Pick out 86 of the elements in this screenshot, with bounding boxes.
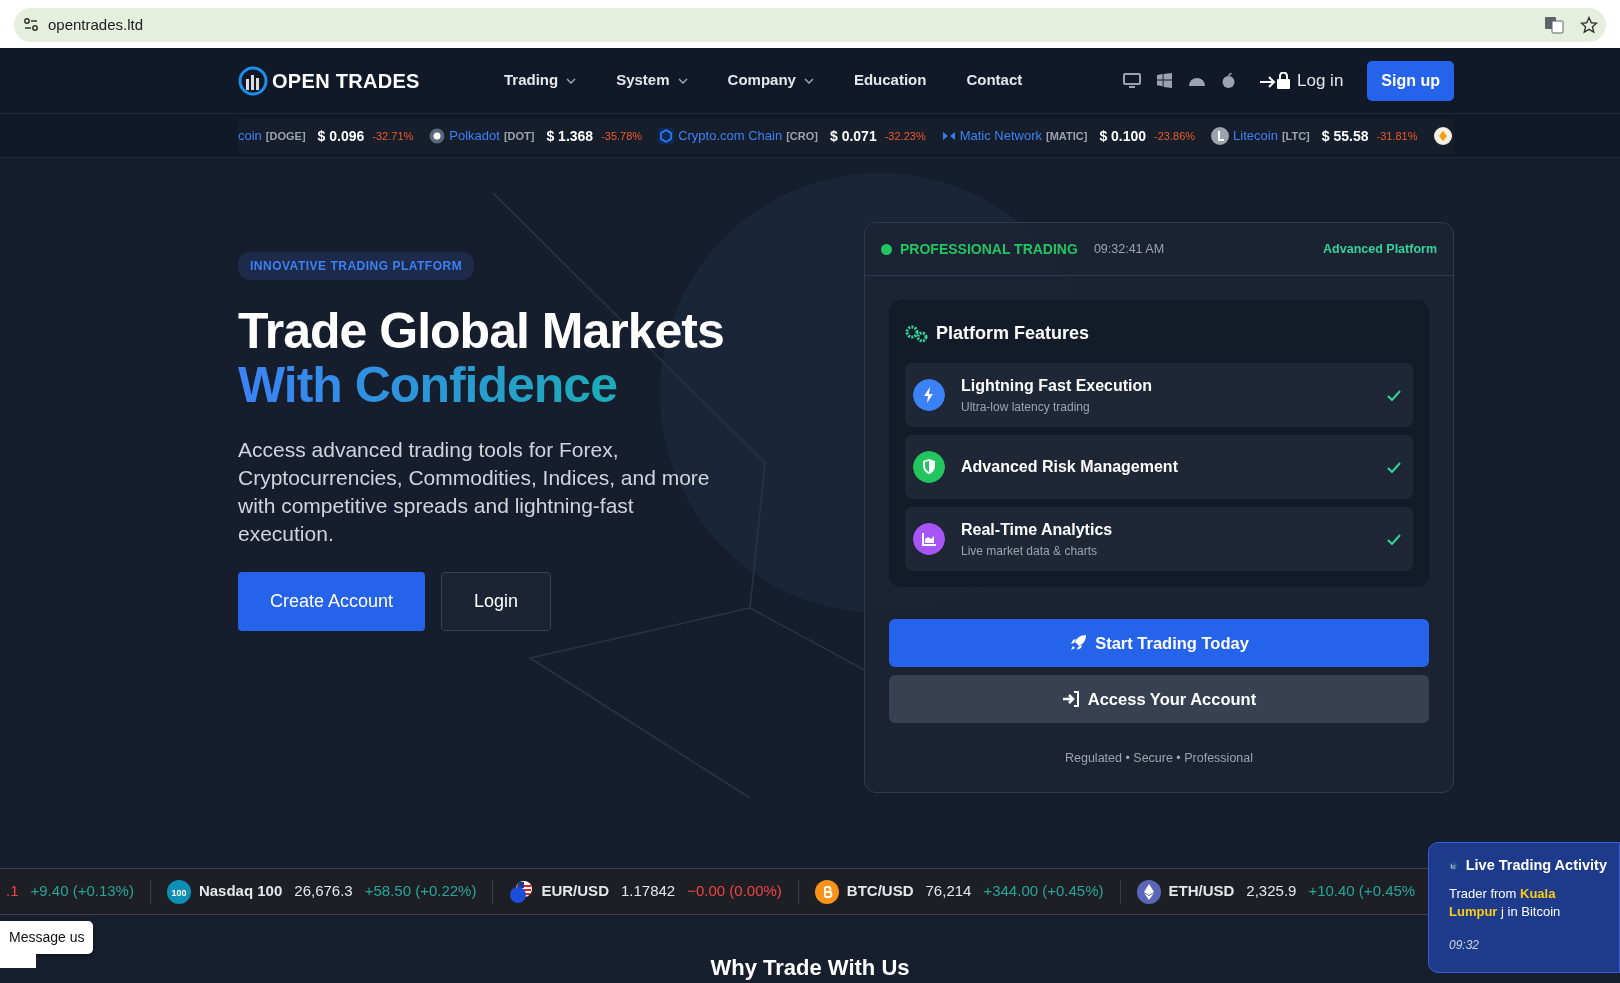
market-name[interactable]: EUR/USD	[541, 880, 609, 903]
feature-title: Real-Time Analytics	[961, 520, 1113, 540]
coin-price: $ 0.071	[829, 126, 877, 146]
features-title: Platform Features	[936, 322, 1090, 345]
market-change: +58.50 (+0.22%)	[364, 881, 477, 902]
index-icon: 100	[166, 879, 191, 904]
site-settings-icon[interactable]	[22, 16, 40, 34]
coin-name[interactable]: Crypto.com Chain	[678, 126, 783, 146]
coin-symbol: [MATIC]	[1046, 128, 1088, 144]
bookmark-star-icon[interactable]	[1580, 16, 1598, 34]
activity-message: Trader from Kuala Lumpur j in Bitcoin	[1449, 885, 1562, 921]
market-price: 2,325.9	[1246, 881, 1297, 902]
market-change: +344.00 (+0.45%)	[983, 881, 1104, 902]
market-price: .1	[6, 881, 19, 902]
market-name[interactable]: ETH/USD	[1168, 880, 1235, 903]
coin-price: $ 0.096	[317, 126, 365, 146]
nav-menu-item[interactable]: System	[616, 69, 688, 92]
gears-icon	[905, 324, 928, 343]
activity-time: 09:32	[1449, 937, 1481, 955]
coin-name[interactable]: Polkadot	[449, 126, 500, 146]
status-dot-icon	[881, 243, 892, 255]
coin-symbol: [DOT]	[503, 128, 535, 144]
access-account-button[interactable]: Access Your Account	[889, 675, 1429, 723]
login-link[interactable]: Log in	[1259, 67, 1344, 94]
coin-name[interactable]: coin	[238, 126, 262, 146]
market-change: +10.40 (+0.45%	[1308, 881, 1416, 902]
hero-description: Access advanced trading tools for Forex, Cryptocurrencies, Commodities, Indices, and more with competitive spreads and lightning-fast execution.	[238, 437, 711, 547]
feature-subtitle: Ultra-low latency trading	[961, 399, 1091, 416]
nav-menu-item[interactable]: Company	[727, 69, 814, 92]
price-change: -23.86%	[1154, 128, 1196, 144]
apple-icon[interactable]	[1222, 73, 1235, 88]
trust-tagline: Regulated • Secure • Professional	[1064, 750, 1254, 767]
price-change: -32.71%	[372, 128, 414, 144]
logo-icon[interactable]	[238, 65, 268, 96]
coin-icon	[658, 128, 675, 144]
login-button[interactable]: Login	[441, 571, 552, 631]
desktop-icon[interactable]	[1123, 72, 1141, 89]
market-change: −0.00 (0.00%)	[687, 881, 782, 902]
message-us-tooltip[interactable]: Message us	[0, 921, 94, 954]
feature-subtitle: Live market data & charts	[961, 543, 1099, 560]
platform-badge: INNOVATIVE TRADING PLATFORM	[238, 252, 475, 280]
login-lock-icon	[1259, 71, 1293, 90]
ethereum-icon	[1136, 879, 1161, 904]
coin-icon	[1433, 127, 1452, 145]
rocket-icon	[1069, 634, 1088, 652]
nav-menu-item[interactable]: Trading	[504, 69, 577, 92]
market-price: 1.17842	[620, 881, 676, 902]
feature-title: Advanced Risk Management	[961, 457, 1178, 477]
signup-button[interactable]: Sign up	[1367, 60, 1454, 101]
translate-icon[interactable]	[1544, 16, 1564, 34]
hero-heading: Trade Global Markets	[238, 304, 724, 358]
coin-price: $ 1.368	[546, 126, 594, 146]
market-name[interactable]: Nasdaq 100	[198, 880, 283, 903]
logo-text[interactable]: OPEN TRADES	[272, 65, 420, 96]
coin-name[interactable]: Matic Network	[959, 126, 1043, 146]
nav-menu-item[interactable]: Contact	[966, 69, 1023, 92]
windows-icon[interactable]	[1157, 73, 1172, 88]
coin-icon	[941, 130, 956, 142]
price-change: -32.23%	[884, 128, 926, 144]
create-account-button[interactable]: Create Account	[238, 571, 426, 631]
platform-tag: Advanced Platform	[1323, 239, 1437, 259]
clock-time: 09:32:41 AM	[1093, 240, 1165, 258]
price-change: -31.81%	[1376, 128, 1418, 144]
coin-price: $ 55.58	[1321, 126, 1369, 146]
section-heading: Why Trade With Us	[710, 957, 910, 979]
market-price: 76,214	[925, 881, 972, 902]
nav-menu-item[interactable]: Education	[853, 69, 927, 92]
coin-name[interactable]: Litecoin	[1233, 126, 1278, 146]
activity-title: Live Trading Activity	[1465, 856, 1607, 876]
bitcoin-icon	[814, 879, 839, 904]
market-name[interactable]: BTC/USD	[846, 880, 914, 903]
address-bar-url[interactable]: opentrades.ltd	[48, 13, 144, 37]
sign-in-icon	[1061, 691, 1080, 707]
feature-title: Lightning Fast Execution	[961, 376, 1153, 396]
coin-symbol: [DOGE]	[265, 128, 306, 144]
start-trading-button[interactable]: Start Trading Today	[889, 619, 1429, 667]
coin-symbol: [CRO]	[786, 128, 818, 144]
coin-price: $ 0.100	[1099, 126, 1147, 146]
coin-icon	[1211, 127, 1230, 145]
status-label: PROFESSIONAL TRADING	[900, 239, 1078, 259]
currency-flags-icon	[509, 879, 534, 904]
market-change: +9.40 (+0.13%)	[30, 881, 134, 902]
price-change: -35.78%	[601, 128, 643, 144]
coin-icon	[429, 128, 446, 144]
coin-symbol: [LTC]	[1281, 128, 1310, 144]
market-price: 26,676.3	[294, 881, 353, 902]
